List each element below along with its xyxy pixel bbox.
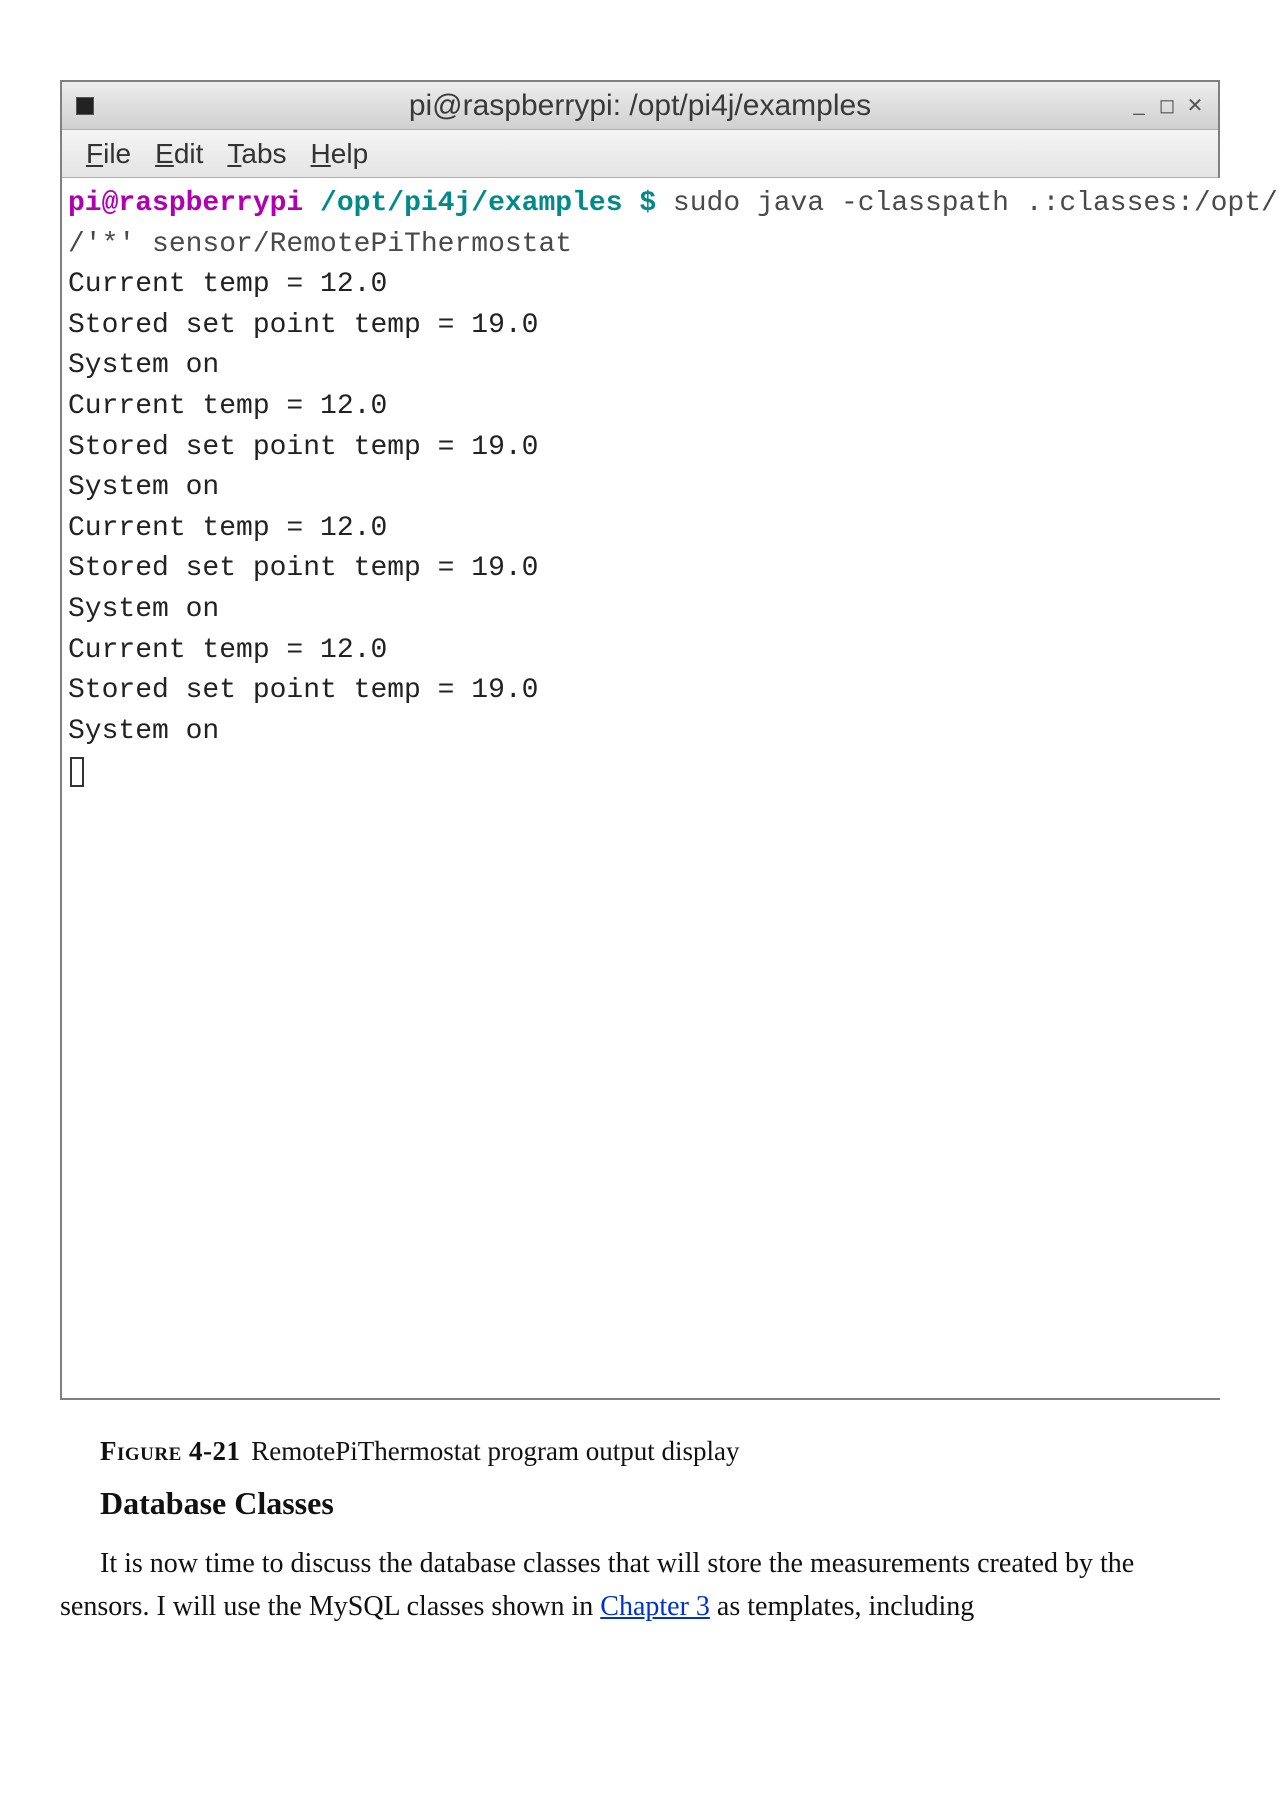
output-line: Current temp = 12.0: [68, 269, 387, 300]
menu-help-mnemonic: H: [311, 138, 331, 169]
figure-caption-text: RemotePiThermostat program output displa…: [245, 1436, 740, 1466]
close-button[interactable]: ✕: [1186, 93, 1204, 118]
body-paragraph: It is now time to discuss the database c…: [60, 1542, 1220, 1629]
output-line: System on: [68, 350, 219, 381]
window-controls: _ ◻ ✕: [1130, 93, 1204, 118]
close-icon: ✕: [1187, 95, 1204, 117]
figure-label: Figure 4-21: [100, 1436, 241, 1466]
menu-help[interactable]: Help: [311, 138, 369, 170]
output-line: Stored set point temp = 19.0: [68, 310, 538, 341]
command-line-2: /'*' sensor/RemotePiThermostat: [68, 229, 572, 260]
figure-caption: Figure 4-21 RemotePiThermostat program o…: [100, 1436, 1220, 1467]
maximize-button[interactable]: ◻: [1158, 93, 1176, 118]
body-text-2: as templates, including: [710, 1591, 974, 1622]
menu-help-rest: elp: [331, 138, 368, 169]
output-line: Stored set point temp = 19.0: [68, 553, 538, 584]
command-line-1: sudo java -classpath .:classes:/opt/pi4j…: [656, 188, 1280, 219]
minimize-icon: _: [1133, 94, 1144, 116]
output-line: System on: [68, 716, 219, 747]
chapter-3-link[interactable]: Chapter 3: [600, 1591, 710, 1622]
terminal-window: pi@raspberrypi: /opt/pi4j/examples _ ◻ ✕…: [60, 80, 1220, 1400]
output-line: Stored set point temp = 19.0: [68, 675, 538, 706]
terminal-cursor: [70, 757, 84, 787]
menu-edit-mnemonic: E: [155, 138, 174, 169]
output-line: System on: [68, 594, 219, 625]
output-line: System on: [68, 472, 219, 503]
menu-file-mnemonic: F: [86, 138, 103, 169]
titlebar[interactable]: pi@raspberrypi: /opt/pi4j/examples _ ◻ ✕: [62, 82, 1218, 130]
menu-edit-rest: dit: [174, 138, 204, 169]
terminal-area: pi@raspberrypi /opt/pi4j/examples $ sudo…: [62, 178, 1218, 1398]
menubar: File Edit Tabs Help: [62, 130, 1218, 178]
maximize-icon: ◻: [1159, 95, 1176, 117]
menu-edit[interactable]: Edit: [155, 138, 203, 170]
output-line: Current temp = 12.0: [68, 391, 387, 422]
menu-tabs-rest: abs: [241, 138, 286, 169]
prompt-dollar: $: [639, 188, 656, 219]
menu-file[interactable]: File: [86, 138, 131, 170]
window-title: pi@raspberrypi: /opt/pi4j/examples: [62, 89, 1218, 123]
output-line: Current temp = 12.0: [68, 513, 387, 544]
terminal-output[interactable]: pi@raspberrypi /opt/pi4j/examples $ sudo…: [62, 178, 1280, 1398]
menu-file-rest: ile: [103, 138, 131, 169]
output-line: Current temp = 12.0: [68, 635, 387, 666]
app-icon: [76, 97, 94, 115]
prompt-user: pi@raspberrypi: [68, 188, 303, 219]
menu-tabs[interactable]: Tabs: [227, 138, 286, 170]
section-heading: Database Classes: [100, 1485, 1220, 1522]
menu-tabs-mnemonic: T: [227, 138, 241, 169]
minimize-button[interactable]: _: [1130, 94, 1148, 117]
output-line: Stored set point temp = 19.0: [68, 432, 538, 463]
prompt-path: /opt/pi4j/examples: [303, 188, 639, 219]
